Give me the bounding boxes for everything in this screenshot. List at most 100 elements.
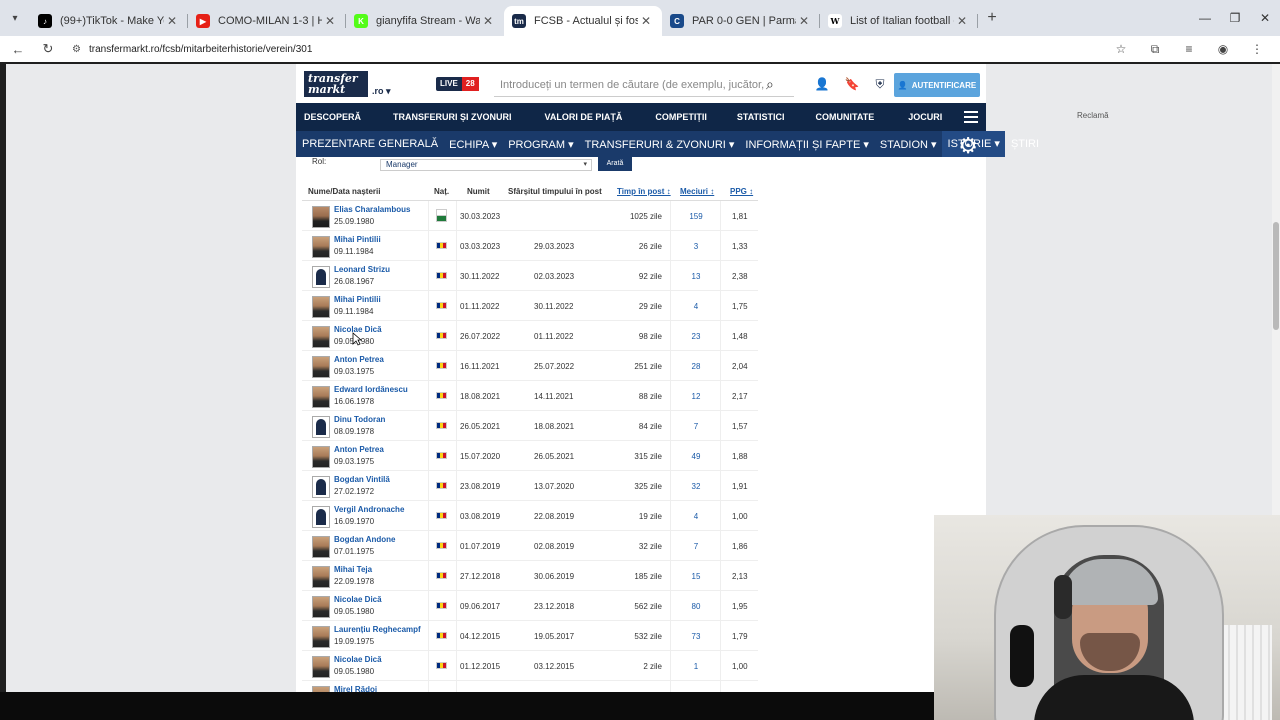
browser-menu-icon[interactable]: ⋮: [1240, 42, 1274, 56]
nav-competitions[interactable]: COMPETIȚII: [622, 112, 707, 122]
tab-close-icon[interactable]: ✕: [796, 14, 812, 28]
avatar[interactable]: [312, 566, 330, 588]
shield-icon[interactable]: ⛨: [872, 77, 888, 93]
matches-link[interactable]: 28: [676, 362, 716, 371]
subnav-facts[interactable]: INFORMAȚII ȘI FAPTE ▾: [739, 138, 873, 151]
manager-name-link[interactable]: Anton Petrea: [334, 355, 384, 364]
avatar[interactable]: [312, 506, 330, 528]
avatar[interactable]: [312, 326, 330, 348]
manager-name-link[interactable]: Dinu Todoran: [334, 415, 385, 424]
show-button[interactable]: Arată: [598, 157, 632, 171]
matches-link[interactable]: 73: [676, 632, 716, 641]
nav-market-values[interactable]: VALORI DE PIAȚĂ: [512, 112, 623, 122]
matches-link[interactable]: 15: [676, 572, 716, 581]
matches-link[interactable]: 4: [676, 512, 716, 521]
avatar[interactable]: [312, 476, 330, 498]
avatar[interactable]: [312, 596, 330, 618]
tab-close-icon[interactable]: ✕: [164, 14, 180, 28]
nav-transfers[interactable]: TRANSFERURI ȘI ZVONURI: [361, 112, 512, 122]
site-info-icon[interactable]: ⚙: [72, 44, 81, 55]
manager-name-link[interactable]: Nicolae Dică: [334, 655, 382, 664]
manager-name-link[interactable]: Edward Iordănescu: [334, 385, 408, 394]
manager-name-link[interactable]: Nicolae Dică: [334, 595, 382, 604]
back-button[interactable]: ←: [6, 42, 30, 57]
avatar[interactable]: [312, 446, 330, 468]
matches-link[interactable]: 7: [676, 542, 716, 551]
avatar[interactable]: [312, 416, 330, 438]
matches-link[interactable]: 12: [676, 392, 716, 401]
manager-name-link[interactable]: Bogdan Vintilă: [334, 475, 390, 484]
subnav-overview[interactable]: PREZENTARE GENERALĂ: [296, 138, 443, 150]
matches-link[interactable]: 32: [676, 482, 716, 491]
avatar[interactable]: [312, 206, 330, 228]
nav-discover[interactable]: DESCOPERĂ: [296, 112, 361, 122]
avatar[interactable]: [312, 386, 330, 408]
tab-close-icon[interactable]: ✕: [954, 14, 970, 28]
avatar[interactable]: [312, 656, 330, 678]
browser-tab[interactable]: ▶ COMO-MILAN 1-3 | HIGHLIGHTS✕: [188, 6, 346, 36]
settings-gear-icon[interactable]: ⚙: [958, 133, 978, 159]
nav-statistics[interactable]: STATISTICI: [707, 112, 785, 122]
manager-name-link[interactable]: Vergil Andronache: [334, 505, 404, 514]
tab-close-icon[interactable]: ✕: [480, 14, 496, 28]
extensions-icon[interactable]: ⧉: [1138, 42, 1172, 57]
avatar[interactable]: [312, 356, 330, 378]
subnav-squad[interactable]: ECHIPA ▾: [443, 138, 502, 151]
matches-link[interactable]: 3: [676, 242, 716, 251]
browser-tab[interactable]: Kgianyfifa Stream - Watch Live o✕: [346, 6, 504, 36]
nav-community[interactable]: COMUNITATE: [785, 112, 875, 122]
subnav-transfers[interactable]: TRANSFERURI & ZVONURI ▾: [579, 138, 740, 151]
manager-name-link[interactable]: Laurențiu Reghecampf: [334, 625, 421, 634]
bookmark-icon[interactable]: 🔖: [844, 77, 860, 93]
avatar[interactable]: [312, 236, 330, 258]
matches-link[interactable]: 7: [676, 422, 716, 431]
avatar[interactable]: [312, 626, 330, 648]
manager-name-link[interactable]: Leonard Strizu: [334, 265, 390, 274]
user-search-icon[interactable]: 👤: [814, 77, 830, 93]
login-button[interactable]: 👤 AUTENTIFICARE: [894, 73, 980, 97]
matches-link[interactable]: 23: [676, 332, 716, 341]
restore-button[interactable]: ❐: [1220, 0, 1250, 36]
avatar[interactable]: [312, 536, 330, 558]
media-controls-icon[interactable]: ≡: [1172, 42, 1206, 56]
profile-icon[interactable]: ◉: [1206, 42, 1240, 56]
browser-tab[interactable]: ♪ (99+)TikTok - Make Your Day✕: [30, 6, 188, 36]
live-button[interactable]: LIVE 28: [436, 77, 479, 91]
manager-name-link[interactable]: Elias Charalambous: [334, 205, 410, 214]
nav-games[interactable]: JOCURI: [874, 112, 942, 122]
transfermarkt-logo[interactable]: transfer markt: [304, 71, 368, 97]
col-matches[interactable]: Meciuri ↕: [680, 187, 714, 196]
matches-link[interactable]: 159: [676, 212, 716, 221]
subnav-stadium[interactable]: STADION ▾: [874, 138, 942, 151]
subnav-fixtures[interactable]: PROGRAM ▾: [502, 138, 578, 151]
url-field[interactable]: ⚙ transfermarkt.ro/fcsb/mitarbeiterhisto…: [72, 44, 312, 55]
browser-tab[interactable]: W List of Italian football champion✕: [820, 6, 978, 36]
browser-tab[interactable]: C PAR 0-0 GEN | Parma v Genoa✕: [662, 6, 820, 36]
search-icon[interactable]: ⌕: [766, 76, 774, 93]
matches-link[interactable]: 80: [676, 602, 716, 611]
new-tab-button[interactable]: +: [978, 9, 1006, 27]
matches-link[interactable]: 4: [676, 302, 716, 311]
tab-search-button[interactable]: ▾: [0, 0, 30, 36]
manager-name-link[interactable]: Anton Petrea: [334, 445, 384, 454]
manager-name-link[interactable]: Mirel Rădoi: [334, 685, 377, 692]
manager-name-link[interactable]: Bogdan Andone: [334, 535, 395, 544]
bookmark-star-icon[interactable]: ☆: [1104, 42, 1138, 56]
avatar[interactable]: [312, 266, 330, 288]
role-select[interactable]: Manager: [380, 159, 592, 171]
scrollbar-thumb[interactable]: [1273, 222, 1279, 330]
minimize-button[interactable]: —: [1190, 0, 1220, 36]
menu-hamburger-icon[interactable]: [964, 111, 978, 123]
subnav-news[interactable]: ȘTIRI: [1005, 138, 1044, 150]
browser-tab[interactable]: tm FCSB - Actualul și fostul person✕: [504, 6, 662, 36]
matches-link[interactable]: 13: [676, 272, 716, 281]
close-window-button[interactable]: ✕: [1250, 0, 1280, 36]
search-input[interactable]: Introduceți un termen de căutare (de exe…: [494, 73, 794, 97]
reload-button[interactable]: ↻: [36, 41, 60, 57]
tab-close-icon[interactable]: ✕: [322, 14, 338, 28]
tab-close-icon[interactable]: ✕: [638, 14, 654, 28]
col-time-in-post[interactable]: Timp în post ↕: [617, 187, 671, 196]
matches-link[interactable]: 1: [676, 662, 716, 671]
col-ppg[interactable]: PPG ↕: [730, 187, 753, 196]
manager-name-link[interactable]: Mihai Pintilii: [334, 295, 381, 304]
